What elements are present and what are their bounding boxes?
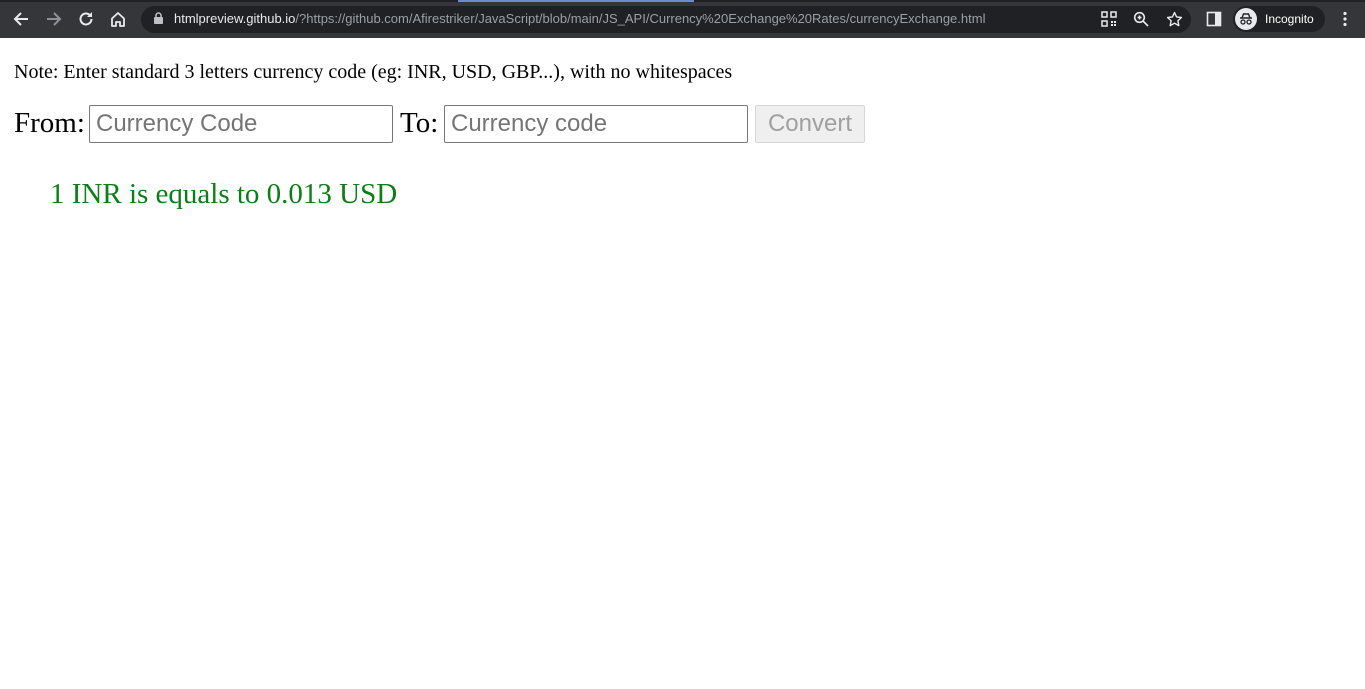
url-host: htmlpreview.github.io xyxy=(174,11,296,26)
address-url[interactable]: htmlpreview.github.io/?https://github.co… xyxy=(174,11,985,27)
instruction-note: Note: Enter standard 3 letters currency … xyxy=(14,61,733,83)
to-currency-input[interactable] xyxy=(444,105,748,143)
incognito-icon xyxy=(1240,13,1252,25)
back-icon xyxy=(13,12,28,26)
zoom-icon xyxy=(1133,11,1149,27)
bookmark-star-icon xyxy=(1166,11,1182,26)
side-panel-button[interactable] xyxy=(1205,10,1223,28)
forward-button[interactable] xyxy=(43,8,65,30)
lock-icon xyxy=(154,12,163,24)
conversion-result: 1 INR is equals to 0.013 USD xyxy=(50,178,398,210)
from-currency-input[interactable] xyxy=(89,105,393,143)
reload-button[interactable] xyxy=(75,8,97,30)
menu-dots-icon xyxy=(1343,11,1347,27)
qr-code-button[interactable] xyxy=(1100,10,1118,28)
zoom-button[interactable] xyxy=(1132,10,1150,28)
tab-strip-edge xyxy=(0,0,1365,2)
qr-code-icon xyxy=(1101,11,1117,27)
bookmark-button[interactable] xyxy=(1165,10,1183,28)
back-button[interactable] xyxy=(10,8,32,30)
browser-toolbar: htmlpreview.github.io/?https://github.co… xyxy=(0,0,1365,38)
home-icon xyxy=(111,12,125,27)
forward-icon xyxy=(47,12,62,26)
active-tab-indicator xyxy=(458,0,694,2)
browser-menu-button[interactable] xyxy=(1336,10,1354,28)
profile-label: Incognito xyxy=(1265,12,1314,26)
convert-button[interactable]: Convert xyxy=(755,105,865,143)
incognito-avatar xyxy=(1235,8,1257,30)
reload-icon xyxy=(79,12,93,26)
url-path: /?https://github.com/Afirestriker/JavaSc… xyxy=(295,11,986,26)
to-label: To: xyxy=(400,107,439,139)
from-label: From: xyxy=(14,107,85,139)
home-button[interactable] xyxy=(107,8,129,30)
side-panel-icon xyxy=(1206,11,1222,27)
